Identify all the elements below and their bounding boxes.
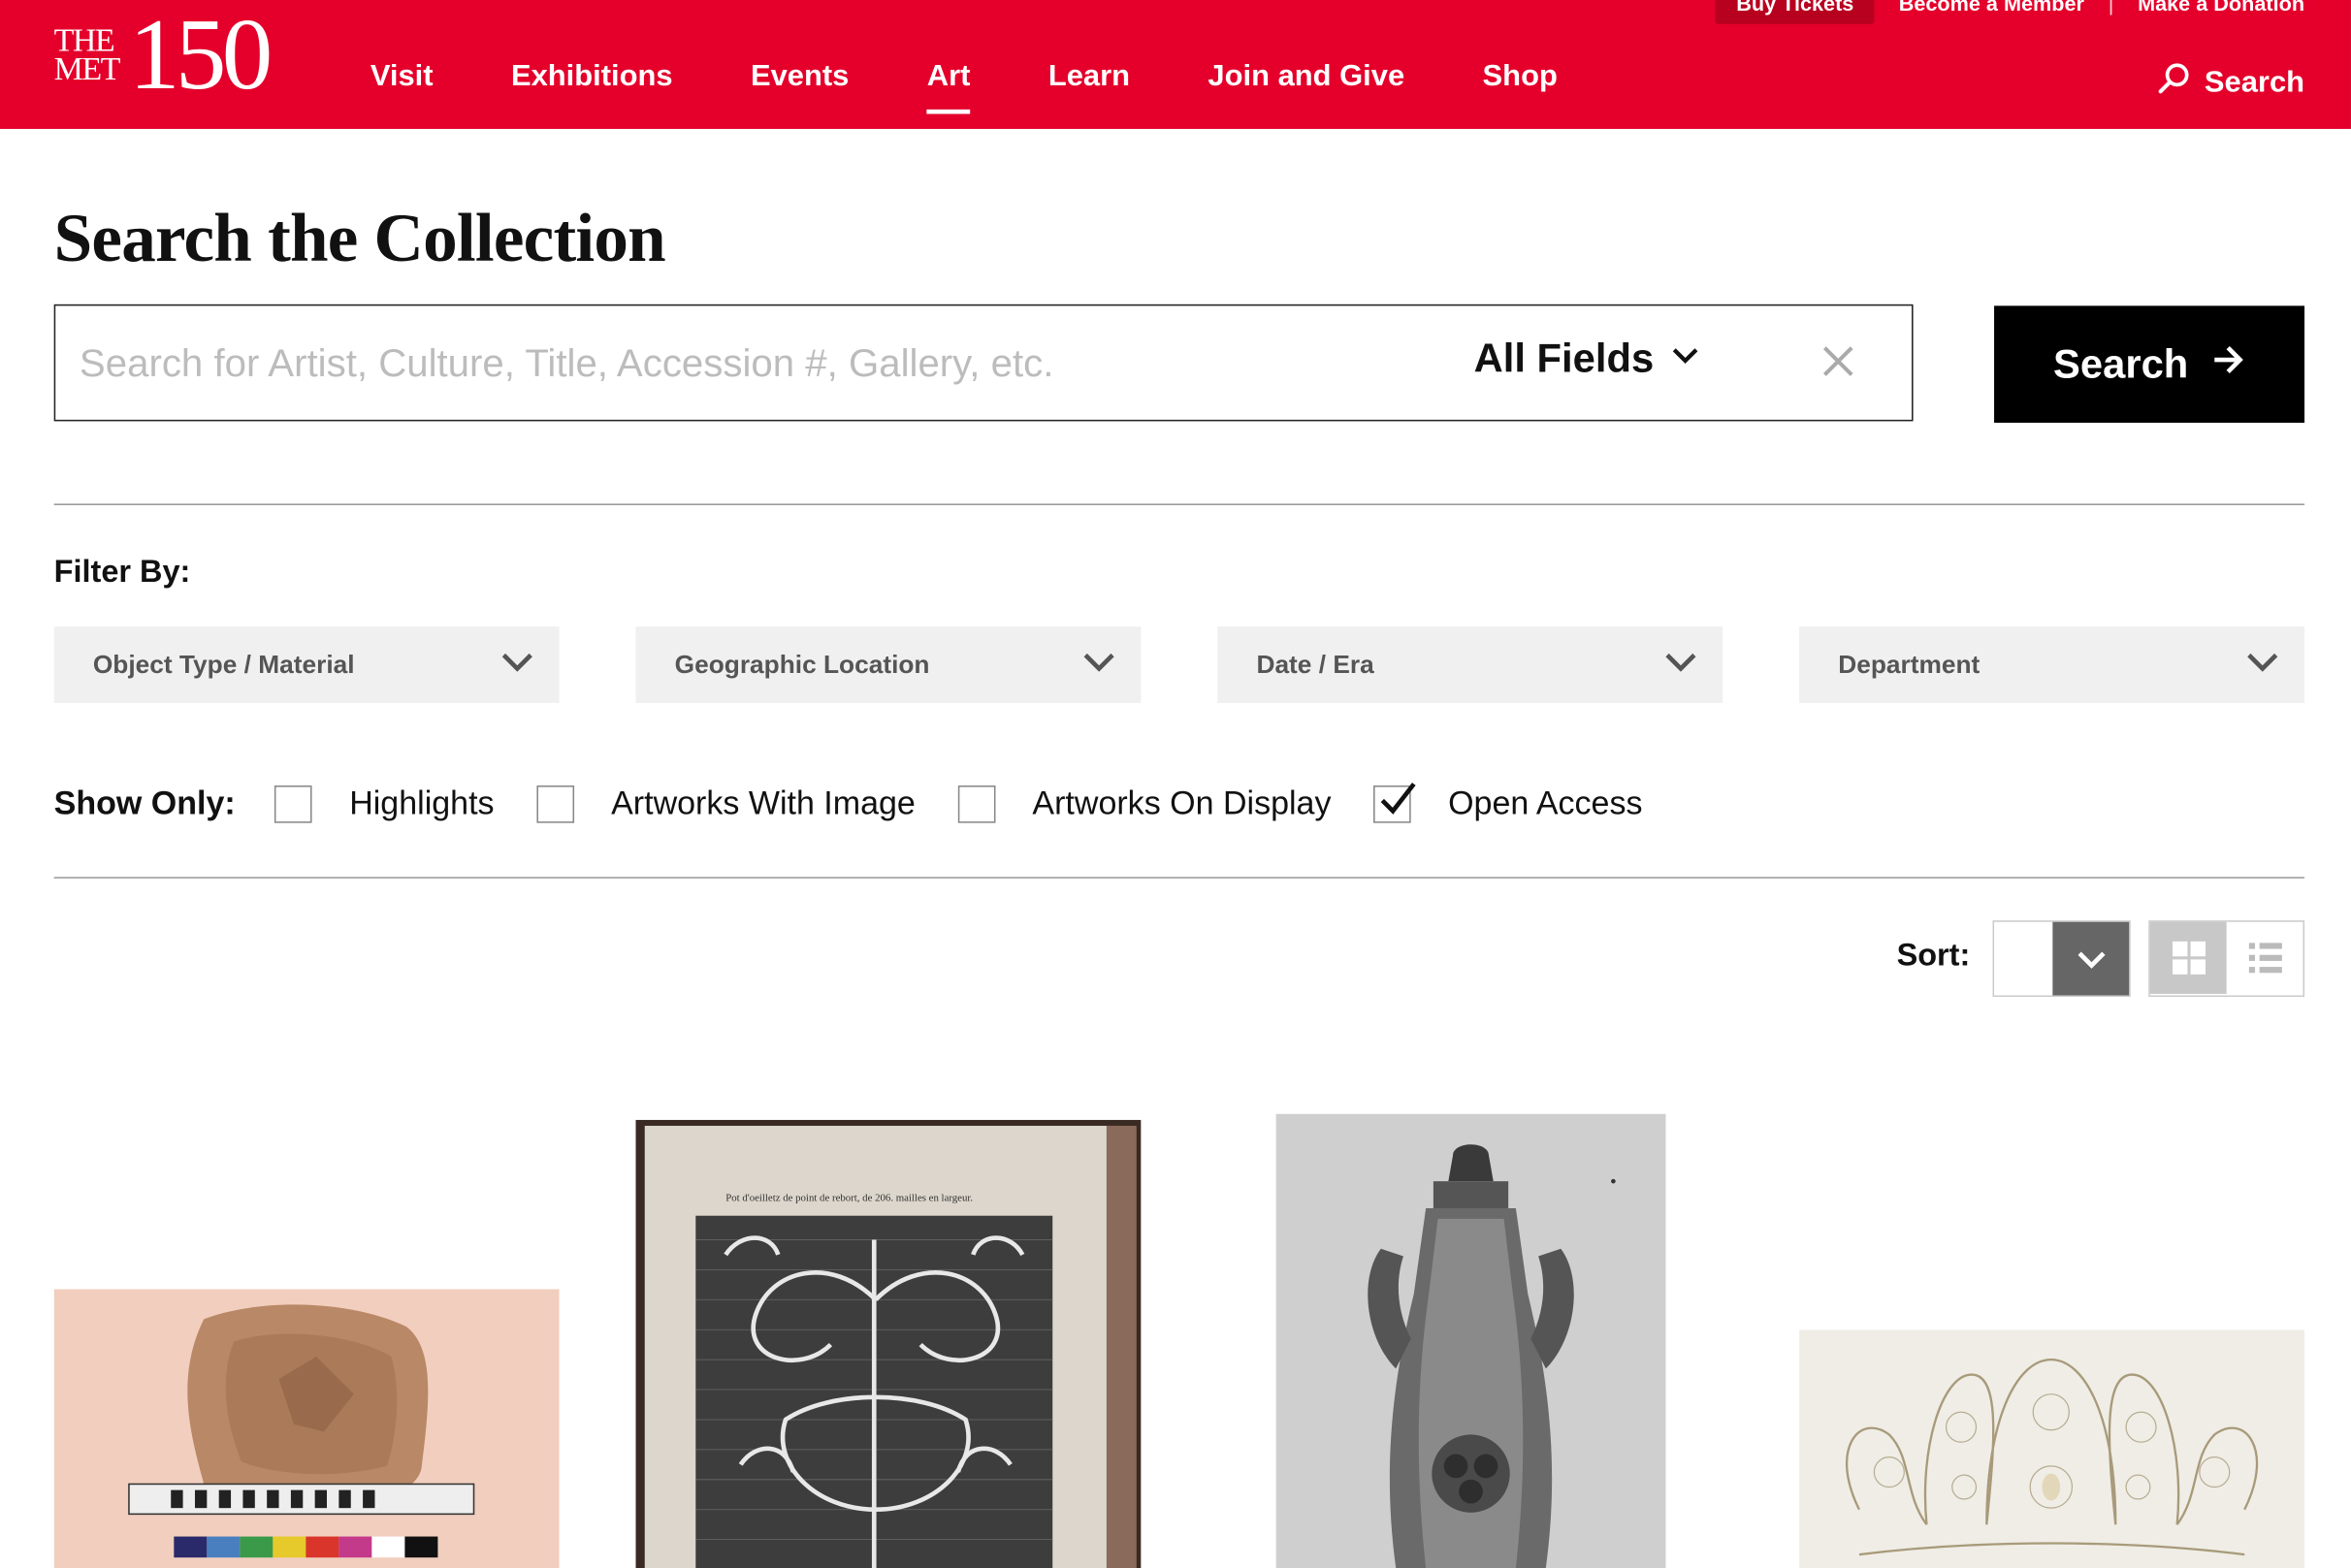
chevron-down-icon bbox=[2052, 921, 2130, 996]
sort-label: Sort: bbox=[1896, 938, 1971, 974]
nav-item-learn[interactable]: Learn bbox=[1048, 60, 1130, 114]
checkbox-open-access-label: Open Access bbox=[1448, 784, 1643, 822]
search-icon bbox=[2156, 60, 2192, 105]
make-donation-link[interactable]: Make a Donation bbox=[2138, 0, 2304, 15]
search-submit-label: Search bbox=[2053, 340, 2189, 387]
nav-item-events[interactable]: Events bbox=[751, 60, 849, 114]
filter-geographic-location-label: Geographic Location bbox=[674, 650, 930, 679]
filter-object-type-dropdown[interactable]: Object Type / Material bbox=[53, 626, 560, 704]
result-image-ornamental-crown[interactable] bbox=[1799, 1329, 2305, 1568]
utility-links: Buy Tickets Become a Member | Make a Don… bbox=[1715, 0, 2304, 24]
main-nav: Visit Exhibitions Events Art Learn Join … bbox=[370, 60, 1635, 114]
logo-150: 150 bbox=[128, 0, 273, 112]
sort-select[interactable] bbox=[1992, 920, 2131, 998]
filter-date-era-label: Date / Era bbox=[1256, 650, 1374, 679]
filter-department-dropdown[interactable]: Department bbox=[1799, 626, 2305, 704]
list-view-button[interactable] bbox=[2227, 922, 2303, 994]
filter-object-type-label: Object Type / Material bbox=[92, 650, 355, 679]
utility-separator: | bbox=[2108, 0, 2114, 16]
list-icon bbox=[2248, 943, 2282, 974]
checkbox-box[interactable] bbox=[535, 784, 574, 822]
become-member-link[interactable]: Become a Member bbox=[1899, 0, 2084, 15]
clear-search-icon[interactable] bbox=[1816, 338, 1860, 383]
header-search-button[interactable]: Search bbox=[2156, 60, 2304, 105]
show-only-row: Show Only: Highlights Artworks With Imag… bbox=[53, 782, 1685, 823]
filter-by-label: Filter By: bbox=[53, 554, 191, 590]
chevron-down-icon bbox=[499, 643, 535, 687]
search-submit-button[interactable]: Search bbox=[1994, 305, 2305, 423]
checkbox-box[interactable] bbox=[957, 784, 995, 822]
chevron-down-icon bbox=[1662, 643, 1698, 687]
filter-geographic-location-dropdown[interactable]: Geographic Location bbox=[635, 626, 1142, 704]
filter-date-era-dropdown[interactable]: Date / Era bbox=[1217, 626, 1723, 704]
show-only-label: Show Only: bbox=[53, 784, 236, 822]
collection-search-box: All Fields bbox=[53, 304, 1914, 422]
site-header: Buy Tickets Become a Member | Make a Don… bbox=[0, 0, 2351, 129]
checkbox-artworks-with-image-label: Artworks With Image bbox=[611, 784, 916, 822]
checkbox-box[interactable] bbox=[274, 784, 312, 822]
nav-item-visit[interactable]: Visit bbox=[370, 60, 434, 114]
checkbox-highlights-label: Highlights bbox=[349, 784, 495, 822]
checkbox-highlights[interactable]: Highlights bbox=[274, 784, 495, 823]
grid-icon bbox=[2172, 941, 2206, 975]
section-divider bbox=[53, 877, 2305, 879]
search-field-label: All Fields bbox=[1473, 336, 1655, 381]
lace-caption: Pot d'oeilletz de point de rebort, de 20… bbox=[725, 1192, 973, 1203]
checkbox-artworks-with-image[interactable]: Artworks With Image bbox=[535, 784, 916, 823]
filter-department-label: Department bbox=[1838, 650, 1981, 679]
view-mode-toggle bbox=[2148, 920, 2305, 998]
header-search-label: Search bbox=[2204, 65, 2305, 99]
checkbox-open-access[interactable]: Open Access bbox=[1372, 782, 1643, 823]
result-image-lace-pattern[interactable]: Pot d'oeilletz de point de rebort, de 20… bbox=[635, 1119, 1142, 1568]
chevron-down-icon bbox=[1669, 336, 1702, 382]
nav-item-shop[interactable]: Shop bbox=[1483, 60, 1558, 114]
nav-item-art[interactable]: Art bbox=[926, 60, 970, 114]
page-title: Search the Collection bbox=[53, 199, 666, 276]
checkbox-artworks-on-display[interactable]: Artworks On Display bbox=[957, 784, 1331, 823]
checkbox-artworks-on-display-label: Artworks On Display bbox=[1032, 784, 1332, 822]
collection-search-input[interactable] bbox=[76, 305, 1402, 422]
chevron-down-icon bbox=[1081, 643, 1117, 687]
search-field-selector[interactable]: All Fields bbox=[1474, 336, 1702, 382]
section-divider bbox=[53, 503, 2305, 505]
checkbox-box[interactable] bbox=[1372, 782, 1416, 822]
logo-the-met: THE MET bbox=[53, 20, 121, 87]
checkmark-icon bbox=[1380, 782, 1416, 815]
chevron-down-icon bbox=[2244, 643, 2280, 687]
result-image-stone-relief[interactable] bbox=[53, 1289, 560, 1568]
nav-item-join-and-give[interactable]: Join and Give bbox=[1208, 60, 1404, 114]
nav-item-exhibitions[interactable]: Exhibitions bbox=[511, 60, 673, 114]
result-image-crystal-vase[interactable] bbox=[1275, 1113, 1666, 1568]
arrow-right-icon bbox=[2209, 341, 2245, 388]
buy-tickets-link[interactable]: Buy Tickets bbox=[1715, 0, 1875, 24]
met-150-logo[interactable]: THE MET 150 bbox=[53, 0, 274, 112]
grid-view-button[interactable] bbox=[2149, 921, 2227, 994]
